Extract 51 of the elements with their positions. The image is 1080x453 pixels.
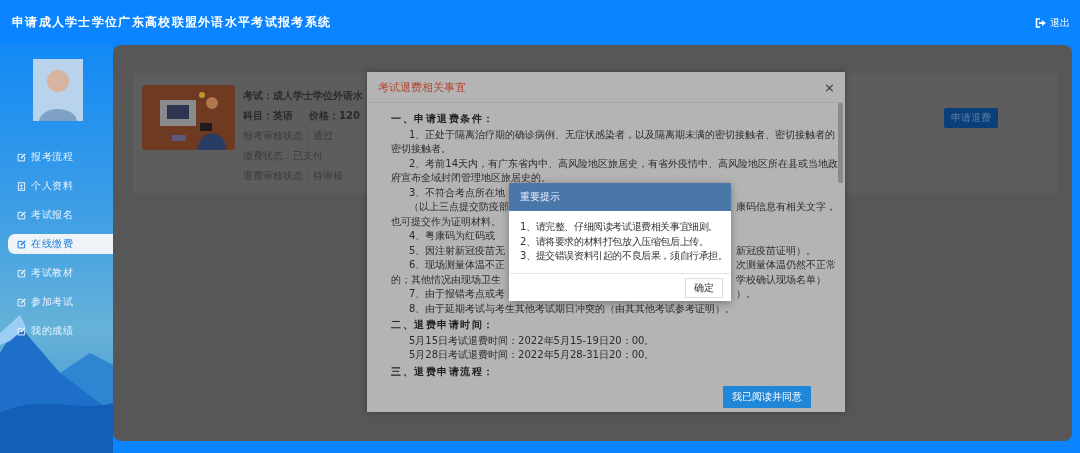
sidebar-item[interactable]: 考试报名	[8, 205, 113, 225]
close-button[interactable]: ×	[824, 79, 835, 95]
notice-text: 3、提交错误资料引起的不良后果，须自行承担。	[520, 249, 728, 263]
rule-text: 5月15日考试退费时间：2022年5月15-19日20：00。	[408, 333, 655, 348]
rule-text: 密切接触者。	[391, 142, 451, 156]
rule-text: 5月28日考试退费时间：2022年5月28-31日20：00。	[408, 348, 655, 362]
rule-text: 3、不符合考点所在地	[408, 185, 506, 200]
agree-button[interactable]: 我已阅读并同意	[723, 386, 811, 408]
logout-button[interactable]: 退出	[1035, 15, 1070, 30]
sidebar-item[interactable]: 在线缴费	[8, 234, 113, 254]
app-title: 申请成人学士学位广东高校联盟外语水平考试报考系统	[12, 14, 332, 31]
rule-text: 也可提交作为证明材料。	[391, 214, 501, 229]
sidebar-item[interactable]: 考试教材	[8, 263, 113, 283]
exit-icon	[1035, 17, 1046, 28]
rule-text: ）。	[736, 287, 756, 301]
rule-text: 2、考前14天内，有广东省内中、高风险地区旅居史，有省外疫情中、高风险地区所在县或当地政	[408, 156, 839, 171]
rule-text: 次测量体温仍然不正常	[736, 258, 836, 272]
scrollbar[interactable]	[838, 103, 843, 183]
rule-text: 8、由于延期考试与考生其他考试期日冲突的（由其其他考试参考证明）。	[408, 301, 736, 316]
section-heading: 二、退费申请时间：	[391, 318, 496, 332]
notice-text: 1、请完整、仔细阅读考试退费相关事宜细则。	[520, 220, 718, 234]
rule-text: 5、因注射新冠疫苗无	[409, 244, 506, 256]
rule-text: 康码信息有相关文字，	[736, 200, 836, 214]
edit-icon	[17, 152, 26, 162]
modal-title: 考试退费相关事宜	[378, 79, 466, 95]
section-heading: 一、申请退费条件：	[391, 112, 496, 126]
rule-text: 新冠疫苗证明）。	[736, 243, 816, 258]
notice-text: 2、请将要求的材料打包放入压缩包后上传。	[520, 234, 709, 249]
contact-card-icon	[17, 181, 26, 191]
rule-text: 府宣布全域封闭管理地区旅居史的。	[391, 171, 551, 185]
rule-text: 7、由于报错考点或考	[409, 288, 506, 299]
sidebar-item[interactable]: 参加考试	[8, 292, 113, 312]
edit-icon	[17, 326, 26, 336]
edit-icon	[17, 239, 26, 249]
edit-icon	[17, 210, 26, 220]
sidebar-item[interactable]: 我的成绩	[8, 321, 113, 341]
rule-text: （以上三点提交防疫部	[409, 201, 509, 212]
section-heading: 三、退费申请流程：	[391, 364, 496, 379]
rule-text: 6、现场测量体温不正	[409, 259, 506, 270]
confirm-button[interactable]: 确定	[685, 277, 723, 298]
edit-icon	[17, 297, 26, 307]
rule-text: 的；其他情况由现场卫生	[391, 273, 501, 285]
avatar	[33, 59, 83, 121]
dialog-title: 重要提示	[509, 183, 731, 211]
rule-text: 4、粤康码为红码或	[408, 229, 496, 243]
sidebar-item[interactable]: 报考流程	[8, 147, 113, 167]
rule-text: 1、正处于隔离治疗期的确诊病例、无症状感染者，以及隔离期未满的密切接触者、密切接触者的	[408, 127, 836, 142]
rule-text: 学校确认现场名单）	[736, 272, 826, 287]
edit-icon	[17, 268, 26, 278]
sidebar-item[interactable]: 个人资料	[8, 176, 113, 196]
refund-button[interactable]: 申请退费	[944, 108, 998, 128]
